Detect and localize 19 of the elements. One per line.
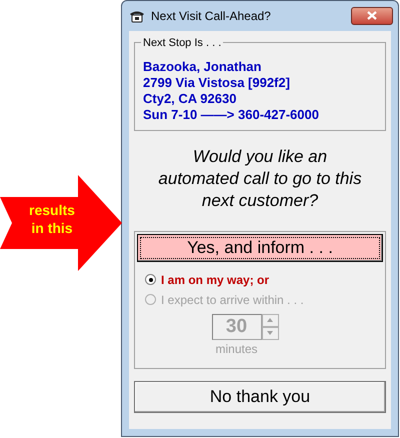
telephone-icon (129, 8, 145, 23)
callout-text: results in this (28, 201, 76, 237)
no-thanks-button[interactable]: No thank you (134, 380, 386, 413)
spin-down-button[interactable] (262, 326, 278, 340)
stop-detail: 2799 Via Vistosa [992f2] (143, 74, 291, 91)
down-arrow-icon (267, 331, 273, 336)
close-button[interactable] (351, 6, 393, 25)
option-label[interactable]: I am on my way; or (161, 270, 270, 290)
question-text: Would you like an automated call to go to this next customer? (158, 146, 362, 212)
stop-detail: Cty2, CA 92630 (143, 90, 238, 107)
radio-button[interactable] (145, 274, 156, 286)
window-title: Next Visit Call-Ahead? (151, 8, 271, 25)
minutes-label: minutes (214, 340, 259, 358)
close-icon (367, 11, 377, 20)
stop-detail: Bazooka, Jonathan (143, 58, 262, 75)
spin-up-button[interactable] (262, 314, 278, 327)
up-arrow-icon (267, 318, 273, 322)
stop-detail: Sun 7-10 ——> 360-427-6000 (143, 106, 320, 123)
yes-button[interactable]: Yes, and inform . . . (137, 234, 383, 262)
